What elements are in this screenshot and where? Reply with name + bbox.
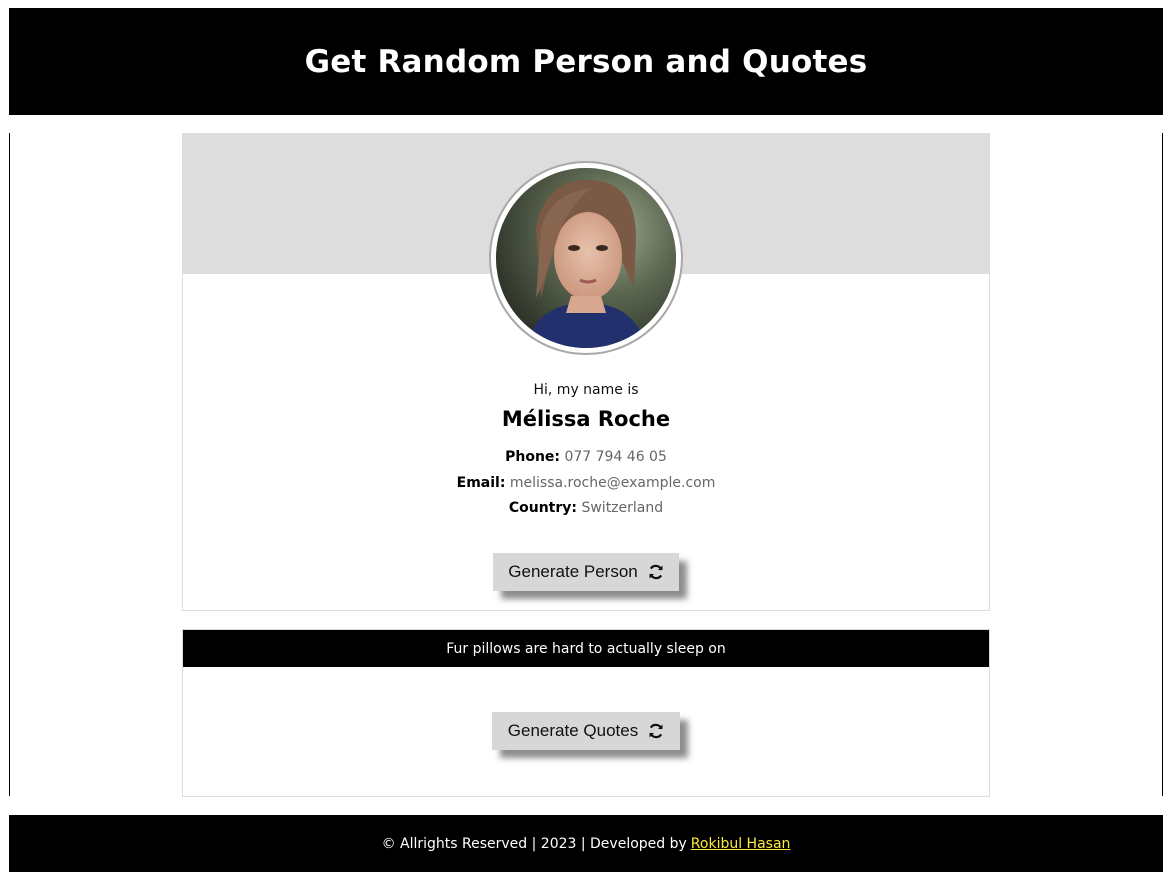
phone-value: 077 794 46 05 bbox=[564, 449, 667, 465]
refresh-icon bbox=[649, 564, 663, 580]
person-card: Hi, my name is Mélissa Roche Phone: 077 … bbox=[182, 133, 990, 611]
page-footer: © Allrights Reserved | 2023 | Developed … bbox=[9, 815, 1163, 872]
email-value: melissa.roche@example.com bbox=[509, 475, 716, 491]
author-link[interactable]: Rokibul Hasan bbox=[691, 836, 791, 852]
greeting-text: Hi, my name is bbox=[533, 382, 639, 398]
generate-person-button[interactable]: Generate Person bbox=[493, 553, 679, 591]
generate-quotes-button[interactable]: Generate Quotes bbox=[492, 712, 680, 750]
generate-person-label: Generate Person bbox=[508, 562, 638, 581]
email-label: Email: bbox=[456, 475, 506, 491]
page-title: Get Random Person and Quotes bbox=[304, 43, 868, 80]
avatar-photo bbox=[496, 168, 676, 348]
email-row: Email: melissa.roche@example.com bbox=[183, 475, 989, 491]
phone-row: Phone: 077 794 46 05 bbox=[183, 449, 989, 465]
country-label: Country: bbox=[508, 500, 578, 516]
footer-text: © Allrights Reserved | 2023 | Developed … bbox=[381, 835, 687, 852]
quote-text: Fur pillows are hard to actually sleep o… bbox=[183, 630, 989, 667]
phone-label: Phone: bbox=[505, 449, 560, 465]
avatar bbox=[489, 161, 683, 355]
generate-quotes-label: Generate Quotes bbox=[507, 721, 639, 740]
country-row: Country: Switzerland bbox=[183, 500, 989, 516]
refresh-icon bbox=[649, 723, 663, 739]
person-name: Mélissa Roche bbox=[501, 407, 671, 431]
page-header: Get Random Person and Quotes bbox=[9, 8, 1163, 115]
portrait-image bbox=[496, 168, 676, 348]
quote-card: Fur pillows are hard to actually sleep o… bbox=[182, 629, 990, 797]
country-value: Switzerland bbox=[581, 500, 664, 516]
left-border-line bbox=[9, 133, 10, 796]
right-border-line bbox=[1162, 133, 1163, 796]
